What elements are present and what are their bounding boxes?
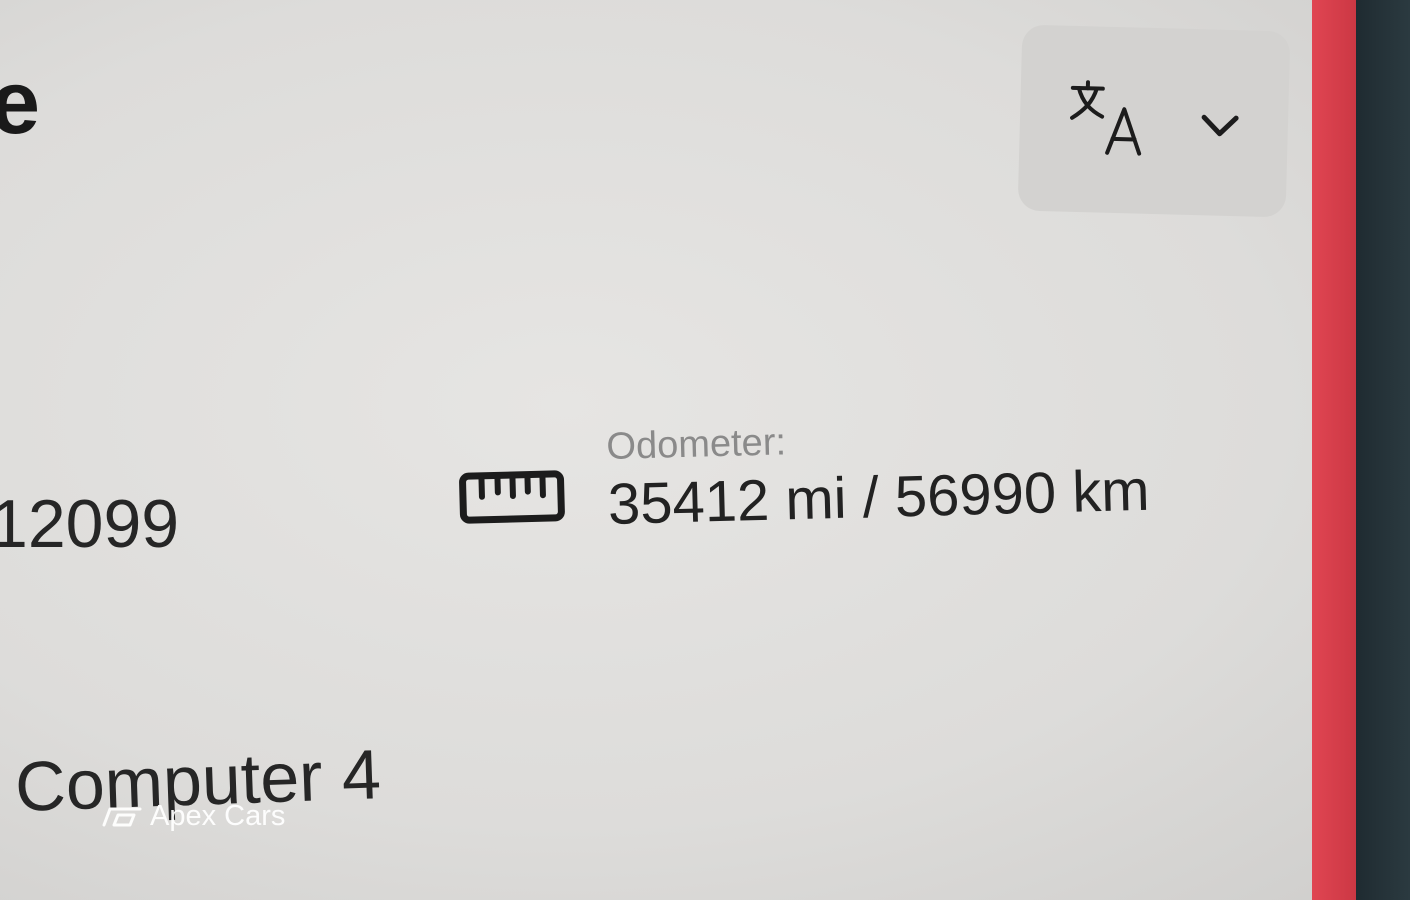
odometer-info: Odometer: 35412 mi / 56990 km: [605, 414, 1151, 537]
ruler-icon: [459, 470, 565, 524]
language-selector-button[interactable]: [1017, 24, 1291, 218]
vehicle-value: 12099: [0, 486, 180, 562]
watermark-text: Apex Cars: [150, 800, 286, 832]
translate-icon: [1070, 80, 1142, 156]
odometer-label: Odometer:: [605, 421, 787, 468]
device-bezel-red: [1312, 0, 1362, 900]
car-logo-icon: [102, 807, 142, 826]
page-title: e: [0, 53, 41, 153]
screen: e 12099 Odometer: 35412 mi / 56990 km Co…: [0, 0, 1340, 900]
watermark: Apex Cars: [100, 800, 285, 833]
chevron-down-icon: [1201, 114, 1239, 137]
odometer-value: 35412 mi / 56990 km: [607, 457, 1151, 537]
device-bezel-dark: [1356, 0, 1410, 900]
